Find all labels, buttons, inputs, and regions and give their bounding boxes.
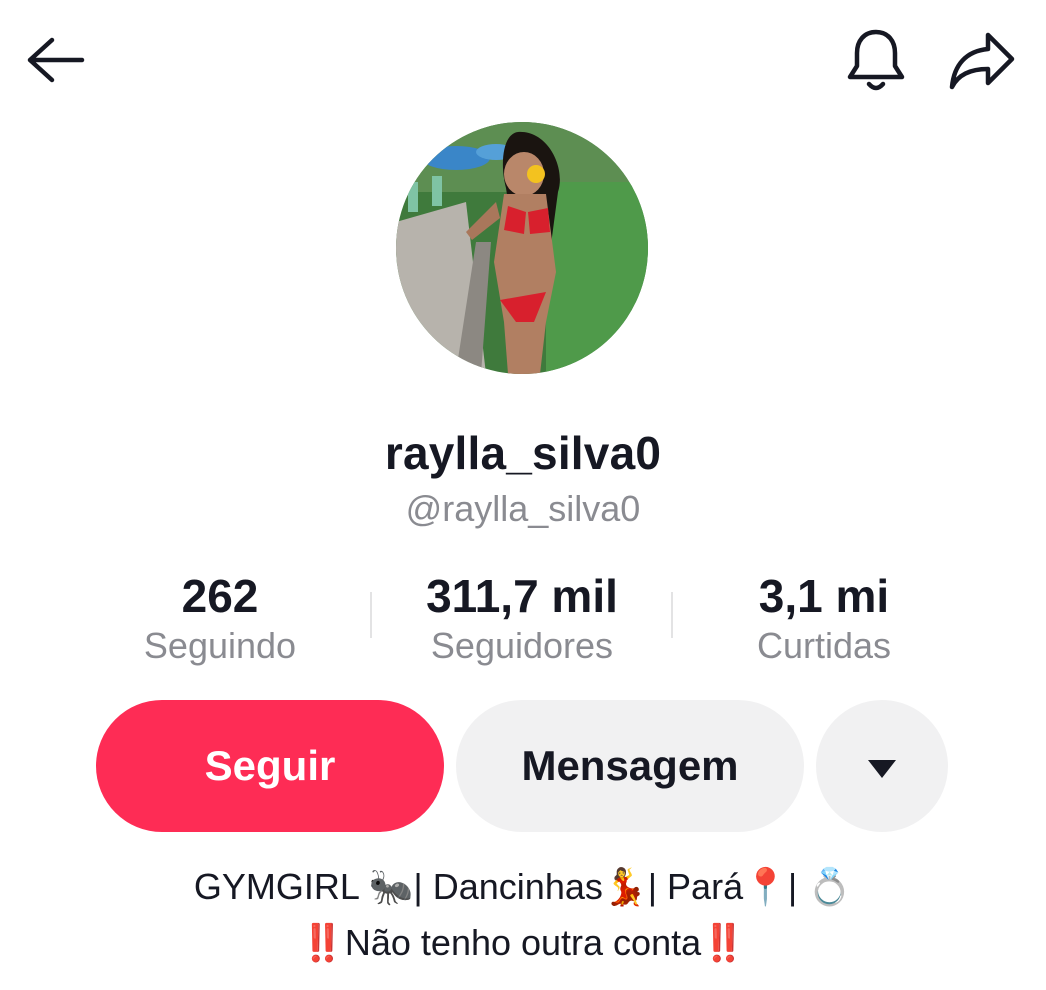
username: @raylla_silva0 [405,488,641,529]
back-button[interactable] [18,32,90,92]
profile-photo [396,122,648,374]
bio-line: GYMGIRL 🐜| Dancinhas💃| Pará📍| 💍 [193,866,853,907]
follow-button[interactable]: Seguir [96,700,444,832]
bell-icon [844,26,908,99]
stat-divider [671,592,673,638]
arrow-left-icon [22,36,86,89]
share-button[interactable] [942,28,1022,98]
stat-value: 311,7 mil [426,570,618,622]
message-button[interactable]: Mensagem [456,700,804,832]
stat-following[interactable]: 262 Seguindo [70,568,370,668]
share-arrow-icon [946,29,1018,98]
stat-likes[interactable]: 3,1 mi Curtidas [674,568,974,668]
stat-label: Curtidas [756,625,892,666]
display-name: raylla_silva0 [384,427,662,479]
stat-value: 3,1 mi [758,570,890,622]
more-options-button[interactable] [816,700,948,832]
bio-line: ‼️Não tenho outra conta‼️ [300,922,746,963]
profile-avatar[interactable] [396,122,648,374]
stat-followers[interactable]: 311,7 mil Seguidores [372,568,672,668]
stat-label: Seguindo [143,625,297,666]
notification-button[interactable] [840,26,912,98]
stat-label: Seguidores [430,625,614,666]
stat-value: 262 [181,570,259,622]
caret-down-icon [866,742,898,790]
